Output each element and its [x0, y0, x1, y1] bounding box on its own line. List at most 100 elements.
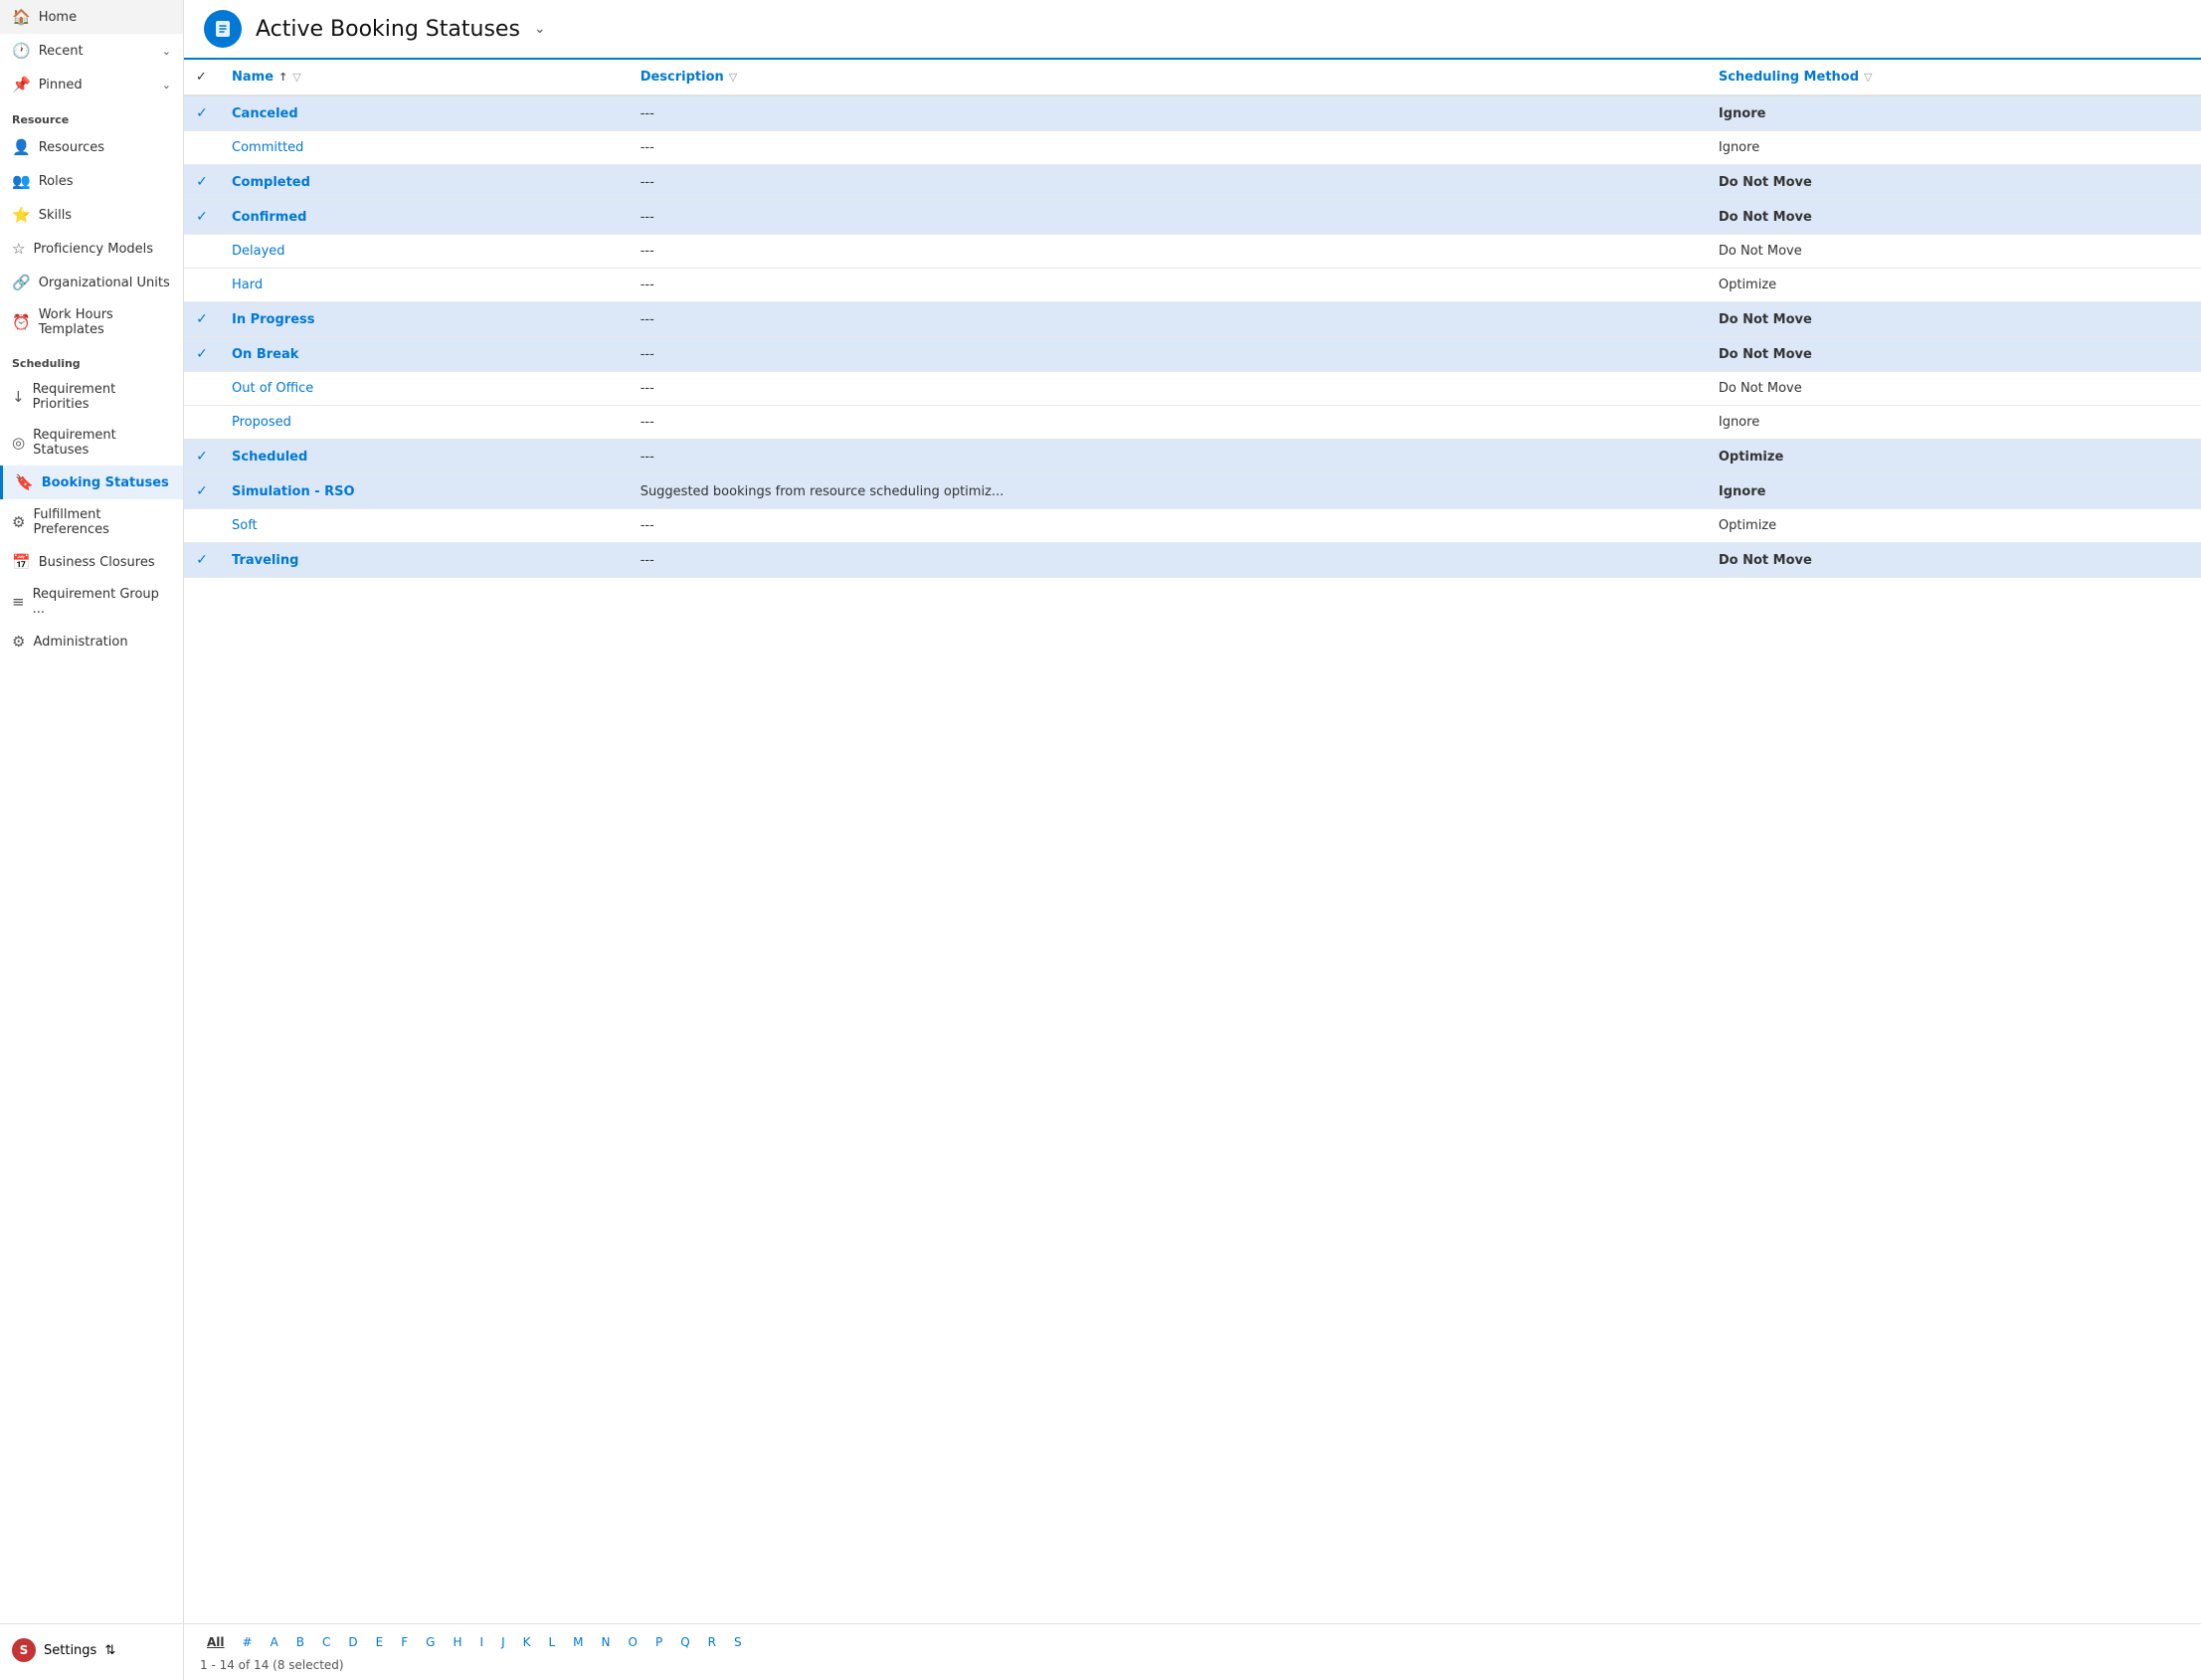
page-header: Active Booking Statuses ⌄	[184, 0, 2201, 60]
row-name[interactable]: Hard	[220, 269, 629, 302]
pagination-letter-s[interactable]: S	[727, 1632, 749, 1652]
table-row[interactable]: ✓ Completed --- Do Not Move	[184, 165, 2201, 200]
row-checkbox[interactable]	[184, 131, 220, 165]
row-checkbox[interactable]	[184, 269, 220, 302]
settings-item[interactable]: S Settings ⇅	[0, 1630, 183, 1670]
fulfillment-preferences-icon: ⚙	[12, 513, 25, 531]
description-filter-icon[interactable]: ▽	[729, 71, 737, 84]
pagination-letter-f[interactable]: F	[394, 1632, 415, 1652]
row-name[interactable]: Canceled	[220, 95, 629, 131]
scheduling-method-filter-icon[interactable]: ▽	[1864, 71, 1872, 84]
sidebar-item-organizational-units[interactable]: 🔗 Organizational Units	[0, 266, 183, 299]
table-row[interactable]: ✓ On Break --- Do Not Move	[184, 337, 2201, 372]
row-checkbox[interactable]: ✓	[184, 302, 220, 337]
table-row[interactable]: ✓ Confirmed --- Do Not Move	[184, 200, 2201, 235]
pagination-letter-g[interactable]: G	[419, 1632, 442, 1652]
table-row[interactable]: Soft --- Optimize	[184, 509, 2201, 543]
sidebar-item-skills[interactable]: ⭐ Skills	[0, 198, 183, 232]
row-checkbox[interactable]: ✓	[184, 165, 220, 200]
row-checkbox[interactable]	[184, 372, 220, 406]
pagination-letter-j[interactable]: J	[494, 1632, 512, 1652]
pagination-letter-c[interactable]: C	[315, 1632, 337, 1652]
sidebar-item-pinned[interactable]: 📌 Pinned ⌄	[0, 68, 183, 101]
description-column-header[interactable]: Description ▽	[629, 60, 1707, 95]
sidebar-item-label: Proficiency Models	[33, 242, 153, 257]
sidebar-item-label: Skills	[39, 208, 72, 223]
pagination-letter-h[interactable]: H	[446, 1632, 468, 1652]
row-checkbox[interactable]	[184, 406, 220, 440]
sidebar-item-roles[interactable]: 👥 Roles	[0, 164, 183, 198]
row-checkbox[interactable]: ✓	[184, 543, 220, 578]
select-all-checkbox[interactable]: ✓	[184, 60, 220, 95]
row-name[interactable]: Proposed	[220, 406, 629, 440]
row-checkbox[interactable]	[184, 509, 220, 543]
sidebar-item-proficiency-models[interactable]: ☆ Proficiency Models	[0, 232, 183, 266]
pagination-letter-d[interactable]: D	[341, 1632, 364, 1652]
table-row[interactable]: Delayed --- Do Not Move	[184, 235, 2201, 269]
row-checkbox[interactable]: ✓	[184, 337, 220, 372]
pagination-letter-q[interactable]: Q	[673, 1632, 696, 1652]
row-name[interactable]: Completed	[220, 165, 629, 200]
row-checkbox[interactable]: ✓	[184, 200, 220, 235]
sidebar-item-work-hours-templates[interactable]: ⏰ Work Hours Templates	[0, 299, 183, 345]
table-row[interactable]: ✓ In Progress --- Do Not Move	[184, 302, 2201, 337]
row-name[interactable]: Delayed	[220, 235, 629, 269]
row-checkbox[interactable]: ✓	[184, 474, 220, 509]
row-checkbox[interactable]: ✓	[184, 440, 220, 474]
sidebar-item-label: Requirement Group ...	[33, 587, 171, 617]
requirement-statuses-icon: ◎	[12, 434, 25, 452]
home-icon: 🏠	[12, 8, 31, 26]
table-row[interactable]: ✓ Traveling --- Do Not Move	[184, 543, 2201, 578]
sidebar-item-business-closures[interactable]: 📅 Business Closures	[0, 545, 183, 579]
sidebar-item-booking-statuses[interactable]: 🔖 Booking Statuses	[0, 466, 183, 499]
row-name[interactable]: Simulation - RSO	[220, 474, 629, 509]
pagination-letter-#[interactable]: #	[236, 1632, 260, 1652]
sidebar-item-administration[interactable]: ⚙ Administration	[0, 625, 183, 658]
table-row[interactable]: ✓ Simulation - RSO Suggested bookings fr…	[184, 474, 2201, 509]
row-name[interactable]: Confirmed	[220, 200, 629, 235]
row-checkbox[interactable]	[184, 235, 220, 269]
sidebar-item-requirement-group[interactable]: ≡ Requirement Group ...	[0, 579, 183, 625]
row-name[interactable]: Scheduled	[220, 440, 629, 474]
pagination-letter-n[interactable]: N	[595, 1632, 618, 1652]
table-row[interactable]: Committed --- Ignore	[184, 131, 2201, 165]
pagination-letter-k[interactable]: K	[516, 1632, 538, 1652]
name-column-header[interactable]: Name ↑ ▽	[220, 60, 629, 95]
row-scheduling-method: Do Not Move	[1707, 235, 2201, 269]
row-name[interactable]: Traveling	[220, 543, 629, 578]
row-name[interactable]: On Break	[220, 337, 629, 372]
row-name[interactable]: Soft	[220, 509, 629, 543]
row-name[interactable]: Out of Office	[220, 372, 629, 406]
name-filter-icon[interactable]: ▽	[292, 71, 300, 84]
sidebar-item-recent[interactable]: 🕐 Recent ⌄	[0, 34, 183, 68]
table-row[interactable]: ✓ Scheduled --- Optimize	[184, 440, 2201, 474]
sidebar-item-resources[interactable]: 👤 Resources	[0, 130, 183, 164]
pagination-info: 1 - 14 of 14 (8 selected)	[200, 1658, 2185, 1672]
requirement-group-icon: ≡	[12, 593, 25, 611]
sidebar-item-requirement-statuses[interactable]: ◎ Requirement Statuses	[0, 420, 183, 466]
pagination-letter-a[interactable]: A	[264, 1632, 285, 1652]
pagination-letter-o[interactable]: O	[622, 1632, 644, 1652]
table-row[interactable]: Hard --- Optimize	[184, 269, 2201, 302]
sidebar-item-requirement-priorities[interactable]: ↓ Requirement Priorities	[0, 374, 183, 420]
pagination-letter-b[interactable]: B	[289, 1632, 311, 1652]
pagination-letter-all[interactable]: All	[200, 1632, 232, 1652]
header-dropdown-icon[interactable]: ⌄	[534, 21, 546, 37]
scheduling-method-column-header[interactable]: Scheduling Method ▽	[1707, 60, 2201, 95]
pagination-letter-e[interactable]: E	[369, 1632, 391, 1652]
row-name[interactable]: In Progress	[220, 302, 629, 337]
pagination-letter-p[interactable]: P	[648, 1632, 669, 1652]
sidebar-item-fulfillment-preferences[interactable]: ⚙ Fulfillment Preferences	[0, 499, 183, 545]
table-row[interactable]: ✓ Canceled --- Ignore	[184, 95, 2201, 131]
table-row[interactable]: Out of Office --- Do Not Move	[184, 372, 2201, 406]
table-row[interactable]: Proposed --- Ignore	[184, 406, 2201, 440]
pagination-letter-l[interactable]: L	[541, 1632, 562, 1652]
pagination-letter-i[interactable]: I	[473, 1632, 491, 1652]
row-checkbox[interactable]: ✓	[184, 95, 220, 131]
pagination-letter-m[interactable]: M	[566, 1632, 590, 1652]
row-description: ---	[629, 440, 1707, 474]
row-name[interactable]: Committed	[220, 131, 629, 165]
pagination-letter-r[interactable]: R	[701, 1632, 723, 1652]
sidebar-item-home[interactable]: 🏠 Home	[0, 0, 183, 34]
business-closures-icon: 📅	[12, 553, 31, 571]
